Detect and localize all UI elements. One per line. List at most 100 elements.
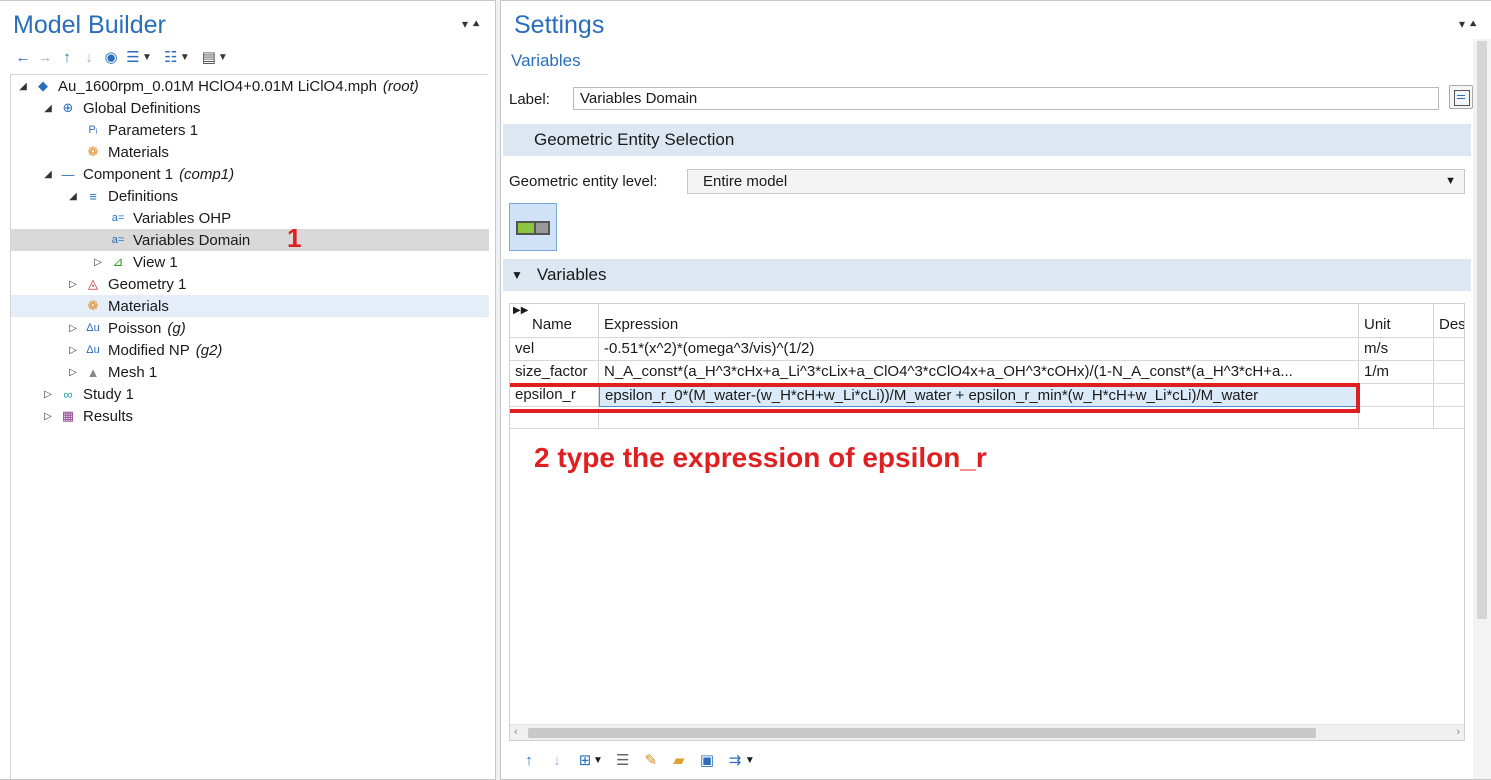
- table-header-unit[interactable]: Unit: [1359, 304, 1434, 338]
- collapse-icon[interactable]: ☷: [160, 46, 182, 68]
- tree-materials[interactable]: ❁ Materials: [11, 295, 489, 317]
- table-header-name[interactable]: ▶▶ Name: [510, 304, 599, 338]
- table-header-expression[interactable]: Expression: [599, 304, 1359, 338]
- cell-expression[interactable]: -0.51*(x^2)*(omega^3/vis)^(1/2): [599, 338, 1359, 361]
- panel-menu-icon[interactable]: ▾ ⯅: [462, 17, 481, 32]
- tree-label: Materials: [108, 298, 169, 315]
- tree-label: Results: [83, 408, 133, 425]
- geo-level-select[interactable]: Entire model ▼: [687, 169, 1465, 194]
- view-options-caret-icon[interactable]: ▼: [218, 52, 228, 63]
- tree-variables-ohp[interactable]: a= Variables OHP: [11, 207, 489, 229]
- tree-view-1[interactable]: ▷ ⊿ View 1: [11, 251, 489, 273]
- tree-definitions[interactable]: ◢ ≡ Definitions: [11, 185, 489, 207]
- tree-root[interactable]: ◢ ◆ Au_1600rpm_0.01M HClO4+0.01M LiClO4.mp…: [11, 75, 489, 97]
- cell-description[interactable]: [1434, 384, 1464, 407]
- table-toolbar: ↑ ↓ ⊞ ▼ ☰ ✎ ▰ ▣ ⇉ ▼: [515, 749, 755, 771]
- tree-parameters-1[interactable]: Pᵢ Parameters 1: [11, 119, 489, 141]
- expand-icon[interactable]: ☰: [122, 46, 144, 68]
- expand-node-icon[interactable]: ▷: [92, 257, 104, 268]
- tree-label: Component 1 (comp1): [83, 166, 234, 183]
- tree-label-suffix: (g): [167, 319, 186, 337]
- move-up-icon[interactable]: ↑: [515, 749, 543, 771]
- label-input[interactable]: [573, 87, 1439, 110]
- active-toggle-button[interactable]: [509, 203, 557, 251]
- tree-modified-np[interactable]: ▷ Δu Modified NP (g2): [11, 339, 489, 361]
- settings-menu-icon[interactable]: ▾ ⯅: [1459, 17, 1478, 32]
- cell-expression[interactable]: N_A_const*(a_H^3*cHx+a_Li^3*cLix+a_ClO4^…: [599, 361, 1359, 384]
- tree-label-text: Variables OHP: [133, 209, 232, 227]
- export-caret-icon[interactable]: ▼: [745, 755, 755, 766]
- tree-study-1[interactable]: ▷ ∞ Study 1: [11, 383, 489, 405]
- collapse-section-icon[interactable]: ▼: [511, 268, 523, 282]
- collapse-node-icon[interactable]: ◢: [17, 81, 29, 92]
- cell-unit[interactable]: m/s: [1359, 338, 1434, 361]
- tree-label-text: Au_1600rpm_0.01M HClO4+0.01M LiClO4.mph: [58, 77, 377, 95]
- open-folder-icon[interactable]: ▰: [665, 749, 693, 771]
- annotation-1: 1: [287, 223, 302, 253]
- show-icon[interactable]: ◉: [100, 46, 122, 68]
- collapse-node-icon[interactable]: ◢: [42, 169, 54, 180]
- forward-arrow-icon[interactable]: →: [34, 46, 56, 68]
- tree-variables-domain[interactable]: a= Variables Domain 1: [11, 223, 489, 253]
- expand-caret-icon[interactable]: ▼: [142, 52, 152, 63]
- tree-label-text: Global Definitions: [83, 99, 201, 117]
- geo-level-caption: Geometric entity level:: [509, 173, 658, 190]
- expand-node-icon[interactable]: ▷: [67, 323, 79, 334]
- move-down-icon[interactable]: ↓: [78, 46, 100, 68]
- materials-icon: ❁: [87, 144, 99, 159]
- reset-label-icon[interactable]: [1449, 85, 1473, 109]
- annotation-2: 2 type the expression of epsilon_r: [534, 442, 987, 473]
- cell-name[interactable]: size_factor: [510, 361, 599, 384]
- tree-label-text: Geometry 1: [108, 275, 187, 293]
- tree-label-suffix: (root): [382, 77, 419, 95]
- table-horizontal-scrollbar[interactable]: ‹ ›: [510, 724, 1464, 740]
- tree-component-1[interactable]: ◢ — Component 1 (comp1): [11, 163, 489, 185]
- tree-global-definitions[interactable]: ◢ ⊕ Global Definitions: [11, 97, 489, 119]
- insert-caret-icon[interactable]: ▼: [593, 755, 603, 766]
- tree-label-text: Parameters 1: [108, 121, 199, 139]
- cell-unit-empty[interactable]: [1359, 407, 1434, 429]
- tree-label-text: Variables Domain: [133, 231, 251, 249]
- tree-results[interactable]: ▷ ▦ Results: [11, 405, 489, 427]
- expand-node-icon[interactable]: ▷: [67, 279, 79, 290]
- collapse-node-icon[interactable]: ◢: [42, 103, 54, 114]
- back-arrow-icon[interactable]: ←: [12, 46, 34, 68]
- cell-description[interactable]: [1434, 361, 1464, 384]
- clear-table-icon[interactable]: ☰: [609, 749, 637, 771]
- save-icon[interactable]: ▣: [693, 749, 721, 771]
- cell-unit[interactable]: [1359, 384, 1434, 407]
- cell-description-empty[interactable]: [1434, 407, 1464, 429]
- geo-section-header[interactable]: Geometric Entity Selection: [503, 124, 1471, 156]
- variables-icon: a=: [111, 234, 125, 246]
- settings-vertical-scrollbar[interactable]: [1473, 39, 1491, 779]
- tree-mesh-1[interactable]: ▷ ▲ Mesh 1: [11, 361, 489, 383]
- settings-subtitle: Variables: [511, 51, 581, 70]
- collapse-node-icon[interactable]: ◢: [67, 191, 79, 202]
- expand-node-icon[interactable]: ▷: [67, 345, 79, 356]
- expand-node-icon[interactable]: ▷: [42, 411, 54, 422]
- collapse-caret-icon[interactable]: ▼: [180, 52, 190, 63]
- broom-icon[interactable]: ✎: [637, 749, 665, 771]
- cell-description[interactable]: [1434, 338, 1464, 361]
- tree-geometry-1[interactable]: ▷ ◬ Geometry 1: [11, 273, 489, 295]
- table-header-description[interactable]: Des: [1434, 304, 1464, 338]
- scrollbar-thumb[interactable]: [528, 728, 1316, 738]
- move-down-icon[interactable]: ↓: [543, 749, 571, 771]
- view-options-icon[interactable]: ▤: [198, 46, 220, 68]
- variables-section-header[interactable]: ▼ Variables: [503, 259, 1471, 291]
- cell-name[interactable]: vel: [510, 338, 599, 361]
- scrollbar-thumb[interactable]: [1477, 41, 1487, 619]
- tree-poisson[interactable]: ▷ Δu Poisson (g): [11, 317, 489, 339]
- tree-global-materials[interactable]: ❁ Materials: [11, 141, 489, 163]
- tree-label: Global Definitions: [83, 100, 201, 117]
- toggle-switch-icon: [516, 221, 550, 235]
- expand-node-icon[interactable]: ▷: [42, 389, 54, 400]
- scroll-left-icon[interactable]: ‹: [514, 726, 518, 738]
- model-builder-title: Model Builder: [13, 11, 166, 39]
- scroll-right-icon[interactable]: ›: [1456, 726, 1460, 738]
- expand-node-icon[interactable]: ▷: [67, 367, 79, 378]
- cell-unit[interactable]: 1/m: [1359, 361, 1434, 384]
- tree-label: Variables OHP: [133, 210, 231, 227]
- move-up-icon[interactable]: ↑: [56, 46, 78, 68]
- variables-icon: a=: [111, 212, 125, 224]
